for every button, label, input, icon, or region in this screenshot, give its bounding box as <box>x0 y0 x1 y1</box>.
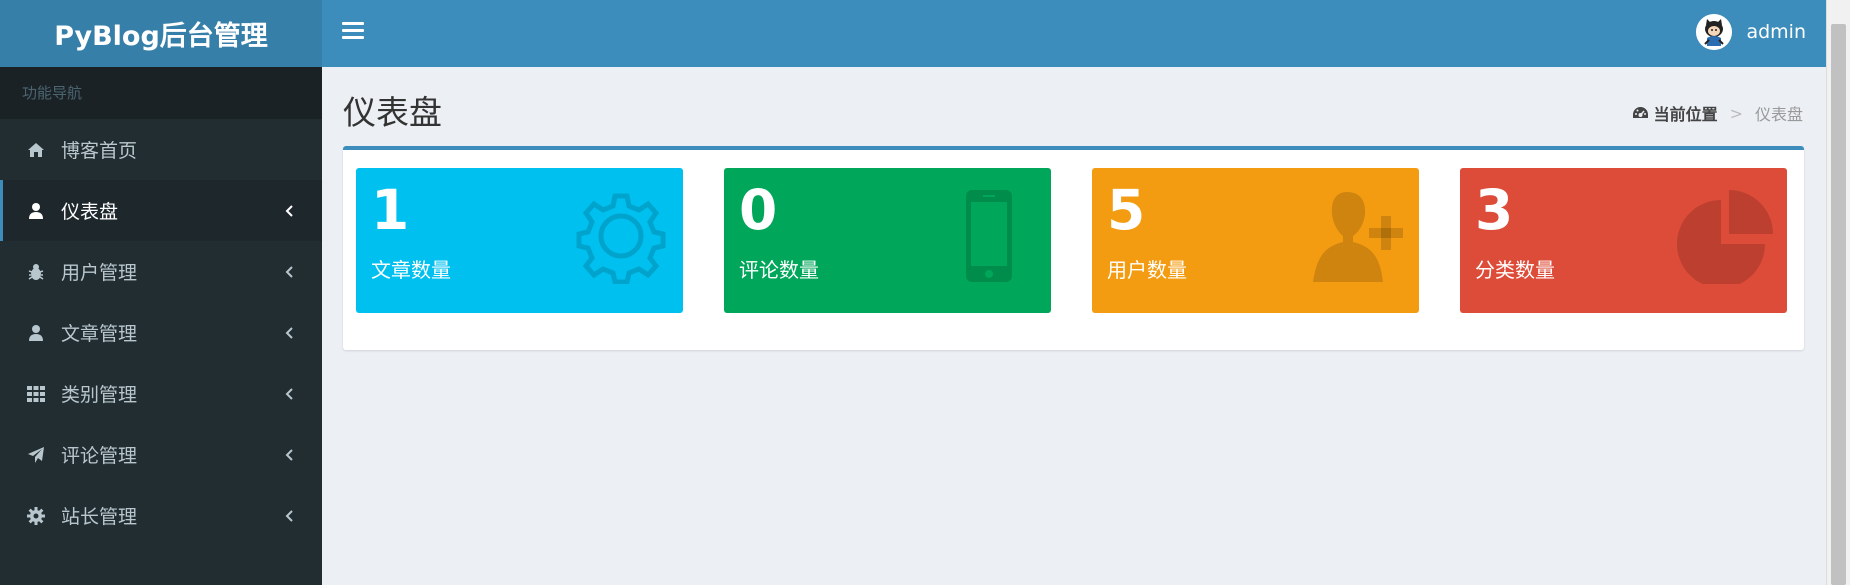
sidebar-item-label: 用户管理 <box>61 262 138 284</box>
stat-label: 文章数量 <box>371 258 451 282</box>
sidebar-item-label: 文章管理 <box>61 323 138 345</box>
sidebar-item-users[interactable]: 用户管理 <box>0 241 322 302</box>
stat-value: 0 <box>739 178 778 242</box>
gear-icon <box>25 505 47 527</box>
user-icon <box>25 200 47 222</box>
scrollbar-thumb[interactable] <box>1831 24 1846 585</box>
sidebar-item-label: 博客首页 <box>61 140 138 162</box>
home-icon <box>25 139 47 161</box>
sidebar-header: 功能导航 <box>0 67 322 119</box>
logo[interactable]: PyBlog后台管理 <box>0 0 322 67</box>
breadcrumb-current: 仪表盘 <box>1754 105 1803 124</box>
chevron-left-icon <box>285 388 293 400</box>
stat-card-users[interactable]: 5 用户数量 <box>1092 168 1419 313</box>
breadcrumb-separator: > <box>1729 103 1743 123</box>
chevron-left-icon <box>285 510 293 522</box>
top-navbar: admin <box>322 0 1826 67</box>
sidebar-item-label: 仪表盘 <box>61 201 119 223</box>
scrollbar[interactable] <box>1826 0 1850 585</box>
chevron-left-icon <box>285 266 293 278</box>
breadcrumb: 当前位置 > 仪表盘 <box>1632 101 1803 125</box>
gear-icon <box>576 193 666 284</box>
page-title: 仪表盘 <box>343 93 442 132</box>
sidebar-item-comments[interactable]: 评论管理 <box>0 424 322 485</box>
user-icon <box>25 322 47 344</box>
stat-label: 用户数量 <box>1107 258 1187 282</box>
user-name: admin <box>1746 21 1806 43</box>
sidebar-item-admin[interactable]: 站长管理 <box>0 485 322 546</box>
chevron-left-icon <box>285 205 293 217</box>
sidebar-toggle-button[interactable] <box>342 22 364 44</box>
breadcrumb-home[interactable]: 当前位置 <box>1632 101 1718 125</box>
breadcrumb-home-label: 当前位置 <box>1653 105 1718 124</box>
sidebar-item-label: 类别管理 <box>61 384 138 406</box>
sidebar-item-label: 站长管理 <box>61 506 138 528</box>
stat-label: 评论数量 <box>739 258 819 282</box>
sidebar-item-dashboard[interactable]: 仪表盘 <box>0 180 322 241</box>
stat-value: 3 <box>1475 178 1514 242</box>
dashboard-icon <box>1632 107 1648 118</box>
user-plus-icon <box>1313 192 1403 282</box>
bug-icon <box>25 261 47 283</box>
stat-value: 5 <box>1107 178 1146 242</box>
chevron-left-icon <box>285 449 293 461</box>
pie-chart-icon <box>1677 190 1773 284</box>
stats-panel: 1 文章数量 0 评论数量 5 用户数量 3 分类数量 <box>343 146 1804 350</box>
stat-value: 1 <box>371 178 410 242</box>
mobile-icon <box>966 190 1012 282</box>
sidebar-item-articles[interactable]: 文章管理 <box>0 302 322 363</box>
paper-plane-icon <box>25 444 47 466</box>
chevron-left-icon <box>285 327 293 339</box>
sidebar-item-blog-home[interactable]: 博客首页 <box>0 119 322 180</box>
user-menu[interactable]: admin <box>1696 14 1806 50</box>
avatar <box>1696 14 1733 50</box>
grid-icon <box>25 383 47 405</box>
stat-card-comments[interactable]: 0 评论数量 <box>724 168 1051 313</box>
stat-label: 分类数量 <box>1475 258 1555 282</box>
stat-card-articles[interactable]: 1 文章数量 <box>356 168 683 313</box>
stat-card-categories[interactable]: 3 分类数量 <box>1460 168 1787 313</box>
sidebar: 功能导航 博客首页 仪表盘 用户管理 文章管理 类别管理 评论管理 站长管理 <box>0 67 322 585</box>
sidebar-item-categories[interactable]: 类别管理 <box>0 363 322 424</box>
sidebar-item-label: 评论管理 <box>61 445 138 467</box>
